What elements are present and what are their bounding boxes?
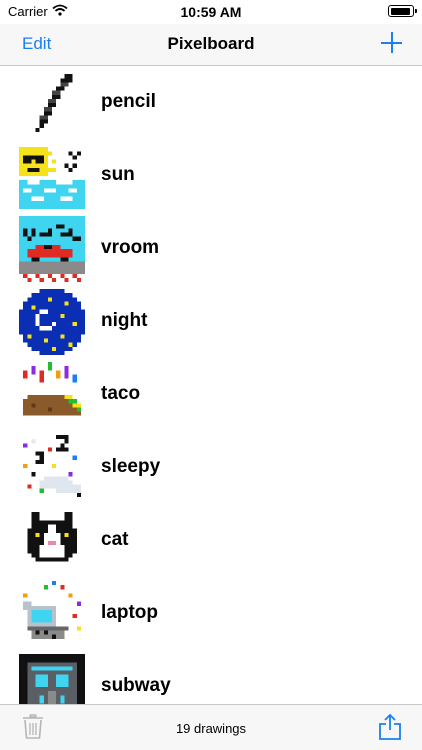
sun-drawing-thumbnail <box>19 143 85 209</box>
bottom-toolbar: 19 drawings <box>0 704 422 750</box>
taco-drawing-thumbnail <box>23 362 81 416</box>
plus-icon[interactable] <box>378 29 406 57</box>
drawing-row-laptop[interactable]: laptop <box>0 578 422 651</box>
pencil-drawing-thumbnail <box>35 74 73 132</box>
drawing-name: pencil <box>101 91 156 112</box>
battery-icon <box>388 5 417 17</box>
laptop-drawing-thumbnail <box>23 581 81 639</box>
drawing-name: sleepy <box>101 456 161 477</box>
drawing-row-pencil[interactable]: pencil <box>0 67 422 140</box>
night-drawing-thumbnail <box>19 289 85 355</box>
drawing-row-night[interactable]: night <box>0 286 422 359</box>
drawing-row-taco[interactable]: taco <box>0 359 422 432</box>
drawing-row-vroom[interactable]: vroom <box>0 213 422 286</box>
drawing-name: cat <box>101 529 129 550</box>
sleepy-drawing-thumbnail <box>23 435 81 497</box>
navigation-bar: Edit Pixelboard <box>0 24 422 66</box>
share-icon[interactable] <box>378 713 402 741</box>
drawing-name: subway <box>101 675 171 696</box>
drawing-name: sun <box>101 164 135 185</box>
drawing-row-sun[interactable]: sun <box>0 140 422 213</box>
cat-drawing-thumbnail <box>27 512 77 562</box>
subway-drawing-thumbnail <box>19 654 85 704</box>
drawing-name: night <box>101 310 148 331</box>
drawing-name: vroom <box>101 237 160 258</box>
drawing-row-subway[interactable]: subway <box>0 651 422 704</box>
drawing-name: taco <box>101 383 141 404</box>
clock: 10:59 AM <box>180 4 242 20</box>
drawing-count: 19 drawings <box>175 721 247 736</box>
drawing-row-cat[interactable]: cat <box>0 505 422 578</box>
vroom-drawing-thumbnail <box>19 216 85 282</box>
page-title: Pixelboard <box>167 34 255 53</box>
status-bar: Carrier 10:59 AM <box>0 0 422 24</box>
drawing-list: pencil sun vroom night taco sleepy cat l… <box>0 67 422 704</box>
drawing-name: laptop <box>101 602 158 623</box>
drawing-row-sleepy[interactable]: sleepy <box>0 432 422 505</box>
